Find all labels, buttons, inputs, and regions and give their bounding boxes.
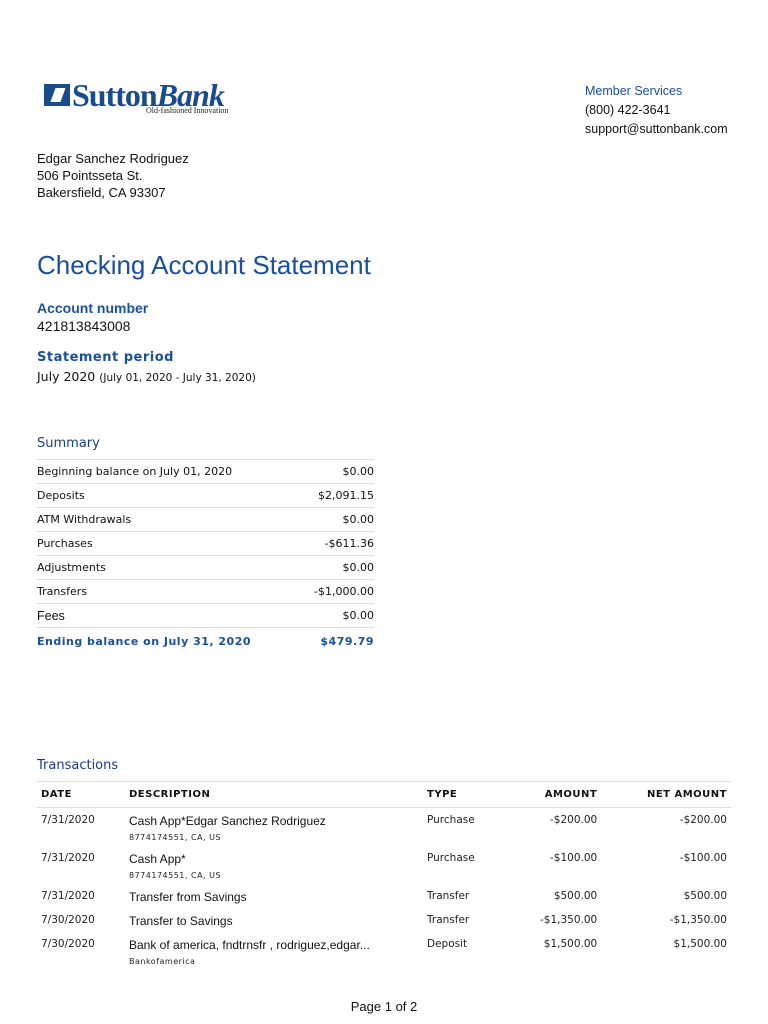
logo-tagline: Old-fashioned Innovation: [146, 106, 229, 115]
summary-label: Deposits: [37, 489, 85, 502]
summary-value: -$1,000.00: [314, 585, 374, 598]
address-street: 506 Pointsseta St.: [37, 168, 143, 183]
cell-amount: -$100.00: [550, 852, 598, 864]
member-services-phone: (800) 422-3641: [585, 103, 671, 117]
cell-description: Cash App* 8774174551, CA, US: [125, 846, 423, 884]
member-services-email: support@suttonbank.com: [585, 122, 728, 136]
cell-date: 7/30/2020: [41, 938, 95, 950]
summary-row: Adjustments $0.00: [37, 555, 374, 579]
ending-label: Ending balance on July 31, 2020: [37, 635, 251, 648]
table-row: 7/31/2020 Cash App* 8774174551, CA, US Pu…: [37, 846, 731, 884]
summary-title: Summary: [37, 436, 100, 451]
description-text: Transfer from Savings: [129, 890, 247, 904]
summary-label: Adjustments: [37, 561, 106, 574]
header-description: DESCRIPTION: [125, 781, 423, 808]
header-amount: AMOUNT: [505, 781, 602, 808]
table-row: 7/31/2020 Transfer from Savings Transfer…: [37, 884, 731, 908]
summary-value: $2,091.15: [318, 489, 374, 502]
period-range: (July 01, 2020 - July 31, 2020): [99, 372, 256, 384]
page-number: Page 1 of 2: [350, 999, 418, 1014]
cell-net-amount: -$200.00: [679, 814, 727, 826]
summary-label: Fees: [37, 608, 65, 623]
member-services-title: Member Services: [585, 84, 683, 98]
description-text: Transfer to Savings: [129, 914, 233, 928]
cell-amount: $1,500.00: [543, 938, 598, 950]
cell-description: Transfer to Savings: [125, 908, 423, 932]
cell-type: Purchase: [427, 852, 475, 864]
cell-type: Deposit: [427, 938, 468, 950]
summary-value: $0.00: [342, 513, 375, 526]
summary-row: Transfers -$1,000.00: [37, 579, 374, 603]
cell-date: 7/31/2020: [41, 852, 95, 864]
cell-type: Transfer: [427, 914, 470, 926]
summary-value: -$611.36: [324, 537, 374, 550]
cell-description: Transfer from Savings: [125, 884, 423, 908]
transactions-section: Transactions DATE DESCRIPTION TYPE AMOUN…: [37, 758, 731, 970]
summary-value: $0.00: [342, 561, 375, 574]
ending-value: $479.79: [320, 635, 374, 648]
description-text: Cash App*Edgar Sanchez Rodriguez: [129, 814, 326, 828]
description-text: Cash App*: [129, 852, 186, 866]
logo-name-a: Sutton: [72, 77, 158, 113]
summary-row: ATM Withdrawals $0.00: [37, 507, 374, 531]
cell-type: Purchase: [427, 814, 475, 826]
cell-amount: -$1,350.00: [540, 914, 598, 926]
logo-mark-icon: [44, 84, 70, 106]
cell-net-amount: -$100.00: [679, 852, 727, 864]
summary-value: $0.00: [342, 609, 375, 622]
summary-label: Transfers: [37, 585, 87, 598]
address-name: Edgar Sanchez Rodriguez: [37, 151, 189, 166]
transactions-title: Transactions: [37, 758, 119, 773]
cell-amount: -$200.00: [550, 814, 598, 826]
table-row: 7/31/2020 Cash App*Edgar Sanchez Rodrigu…: [37, 808, 731, 847]
summary-value: $0.00: [342, 465, 375, 478]
description-sub: 8774174551, CA, US: [129, 871, 222, 880]
member-services: Member Services (800) 422-3641 support@s…: [585, 82, 728, 139]
summary-row: Beginning balance on July 01, 2020 $0.00: [37, 459, 374, 483]
summary-row: Purchases -$611.36: [37, 531, 374, 555]
header-type: TYPE: [423, 781, 506, 808]
description-sub: Bankofamerica: [129, 957, 196, 966]
period-month: July 2020: [37, 369, 96, 384]
summary-section: Summary Beginning balance on July 01, 20…: [37, 436, 374, 655]
summary-row: Fees $0.00: [37, 603, 374, 627]
sutton-bank-logo: SuttonBank Old-fashioned Innovation: [44, 78, 244, 118]
summary-ending-row: Ending balance on July 31, 2020 $479.79: [37, 627, 374, 655]
cell-net-amount: $500.00: [683, 890, 727, 902]
cell-net-amount: -$1,350.00: [669, 914, 727, 926]
transactions-table: DATE DESCRIPTION TYPE AMOUNT NET AMOUNT …: [37, 781, 731, 970]
statement-period-value: July 2020 (July 01, 2020 - July 31, 2020…: [37, 369, 256, 384]
cell-date: 7/31/2020: [41, 814, 95, 826]
cell-description: Cash App*Edgar Sanchez Rodriguez 87741745…: [125, 808, 423, 847]
table-row: 7/30/2020 Transfer to Savings Transfer -…: [37, 908, 731, 932]
header-date: DATE: [37, 781, 125, 808]
summary-row: Deposits $2,091.15: [37, 483, 374, 507]
description-text: Bank of america, fndtrnsfr , rodriguez,e…: [129, 938, 370, 952]
cell-net-amount: $1,500.00: [673, 938, 727, 950]
page-title: Checking Account Statement: [37, 250, 371, 280]
statement-period-label: Statement period: [37, 350, 174, 365]
cell-description: Bank of america, fndtrnsfr , rodriguez,e…: [125, 932, 423, 970]
description-sub: 8774174551, CA, US: [129, 833, 222, 842]
account-number-label: Account number: [37, 300, 149, 316]
summary-label: Purchases: [37, 537, 93, 550]
cell-amount: $500.00: [553, 890, 598, 902]
summary-label: ATM Withdrawals: [37, 513, 132, 526]
cell-date: 7/31/2020: [41, 890, 95, 902]
account-number-value: 421813843008: [37, 318, 131, 334]
cell-date: 7/30/2020: [41, 914, 95, 926]
mailing-address: Edgar Sanchez Rodriguez 506 Pointsseta S…: [37, 150, 189, 201]
table-row: 7/30/2020 Bank of america, fndtrnsfr , r…: [37, 932, 731, 970]
cell-type: Transfer: [427, 890, 470, 902]
header-net-amount: NET AMOUNT: [601, 781, 731, 808]
summary-label: Beginning balance on July 01, 2020: [37, 465, 233, 478]
address-city: Bakersfield, CA 93307: [37, 185, 166, 200]
